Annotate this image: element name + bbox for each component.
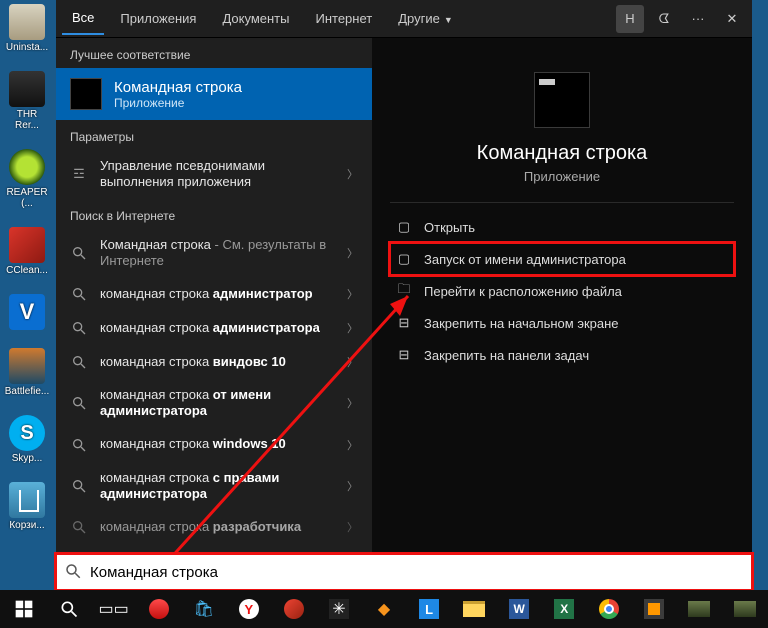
taskbar-app2[interactable]: ◆	[363, 592, 406, 626]
taskbar-sublime[interactable]	[633, 592, 676, 626]
chevron-right-icon: 〉	[347, 395, 358, 411]
chevron-right-icon: 〉	[347, 286, 358, 302]
chevron-right-icon: 〉	[347, 354, 358, 370]
results-list: Лучшее соответствие Командная строка При…	[56, 38, 372, 590]
web-result-3[interactable]: командная строка администратора 〉	[56, 311, 372, 345]
web-result-2[interactable]: командная строка администратор 〉	[56, 277, 372, 311]
web-result-5[interactable]: командная строка от имени администратора…	[56, 379, 372, 428]
web-result-6[interactable]: командная строка windows 10 〉	[56, 428, 372, 462]
cmd-large-icon	[534, 72, 590, 128]
chevron-right-icon: 〉	[347, 320, 358, 336]
chevron-right-icon: 〉	[347, 519, 358, 535]
tab-internet[interactable]: Интернет	[305, 3, 382, 34]
taskbar-image2[interactable]	[723, 592, 766, 626]
action-pin-taskbar[interactable]: ⊟ Закрепить на панели задач	[390, 339, 734, 371]
web-result-7[interactable]: командная строка с правами администратор…	[56, 462, 372, 511]
best-match-result[interactable]: Командная строка Приложение	[56, 68, 372, 120]
best-match-subtitle: Приложение	[114, 96, 242, 110]
taskbar-excel[interactable]: X	[543, 592, 586, 626]
pin-icon: ⊟	[396, 347, 412, 363]
shield-icon: ▢	[396, 251, 412, 267]
taskbar-store[interactable]: 🛍	[182, 592, 225, 626]
desktop-icon-thr[interactable]: THR Rer...	[4, 71, 50, 131]
chevron-right-icon: 〉	[347, 478, 358, 494]
search-input[interactable]	[90, 564, 744, 581]
desktop-icon-vegas[interactable]	[4, 294, 50, 330]
search-icon	[70, 285, 88, 303]
search-tabs: Все Приложения Документы Интернет Другие…	[56, 0, 752, 38]
taskbar-explorer[interactable]	[453, 592, 496, 626]
taskbar-opera[interactable]	[137, 592, 180, 626]
action-pin-start[interactable]: ⊟ Закрепить на начальном экране	[390, 307, 734, 339]
search-box[interactable]	[56, 554, 752, 590]
settings-alias-row[interactable]: ☲ Управление псевдонимами выполнения при…	[56, 150, 372, 199]
action-open[interactable]: ▢ Открыть	[390, 211, 734, 243]
tab-all[interactable]: Все	[62, 2, 104, 35]
pin-icon: ⊟	[396, 315, 412, 331]
search-icon	[70, 244, 88, 262]
search-icon	[70, 353, 88, 371]
section-web: Поиск в Интернете	[56, 199, 372, 229]
taskbar-yandex[interactable]	[227, 592, 270, 626]
action-open-location[interactable]: 🗀 Перейти к расположению файла	[390, 275, 734, 307]
open-icon: ▢	[396, 219, 412, 235]
more-options-icon[interactable]: ···	[684, 5, 712, 33]
taskbar-chrome[interactable]	[588, 592, 631, 626]
feedback-icon[interactable]: ᗧ	[650, 5, 678, 33]
search-panel: Все Приложения Документы Интернет Другие…	[56, 0, 752, 590]
taskbar-ccleaner[interactable]	[272, 592, 315, 626]
taskbar-app1[interactable]: ✳	[317, 592, 360, 626]
taskbar-image1[interactable]	[678, 592, 721, 626]
cmd-icon	[70, 78, 102, 110]
search-icon	[70, 319, 88, 337]
start-button[interactable]	[2, 592, 45, 626]
search-icon	[70, 477, 88, 495]
desktop-icon-ccleaner[interactable]: CClean...	[4, 227, 50, 276]
web-result-4[interactable]: командная строка виндовс 10 〉	[56, 345, 372, 379]
taskbar: ▭▭ 🛍 ✳ ◆ L W X	[0, 590, 768, 628]
desktop-icon-reaper[interactable]: REAPER (...	[4, 149, 50, 209]
detail-subtitle: Приложение	[390, 169, 734, 184]
detail-title: Командная строка	[390, 142, 734, 165]
search-icon	[70, 394, 88, 412]
desktop-icon-battlefield[interactable]: Battlefie...	[4, 348, 50, 397]
action-run-as-admin[interactable]: ▢ Запуск от имени администратора	[390, 243, 734, 275]
taskbar-word[interactable]: W	[498, 592, 541, 626]
desktop-icon-recycle-bin[interactable]: Корзи...	[4, 482, 50, 531]
chevron-down-icon: ▼	[444, 15, 453, 25]
close-icon[interactable]: ✕	[718, 5, 746, 33]
tab-apps[interactable]: Приложения	[110, 3, 206, 34]
desktop: Uninsta... THR Rer... REAPER (... CClean…	[0, 0, 56, 590]
taskbar-search-icon[interactable]	[47, 592, 90, 626]
tab-documents[interactable]: Документы	[212, 3, 299, 34]
search-icon	[64, 562, 82, 583]
desktop-icon-skype[interactable]: Skyp...	[4, 415, 50, 464]
task-view-icon[interactable]: ▭▭	[92, 592, 135, 626]
chevron-right-icon: 〉	[347, 437, 358, 453]
search-icon	[70, 436, 88, 454]
section-best-match: Лучшее соответствие	[56, 38, 372, 68]
user-avatar[interactable]: Н	[616, 5, 644, 33]
search-icon	[70, 518, 88, 536]
desktop-icon-uninstall[interactable]: Uninsta...	[4, 4, 50, 53]
web-result-1[interactable]: Командная строка - См. результаты в Инте…	[56, 229, 372, 278]
web-result-8[interactable]: командная строка разработчика 〉	[56, 510, 372, 544]
settings-icon: ☲	[70, 165, 88, 183]
folder-icon: 🗀	[396, 283, 412, 299]
taskbar-app-l[interactable]: L	[408, 592, 451, 626]
section-settings: Параметры	[56, 120, 372, 150]
chevron-right-icon: 〉	[347, 245, 358, 261]
detail-pane: Командная строка Приложение ▢ Открыть ▢ …	[372, 38, 752, 590]
tab-more[interactable]: Другие▼	[388, 3, 463, 34]
best-match-title: Командная строка	[114, 79, 242, 96]
chevron-right-icon: 〉	[347, 166, 358, 182]
